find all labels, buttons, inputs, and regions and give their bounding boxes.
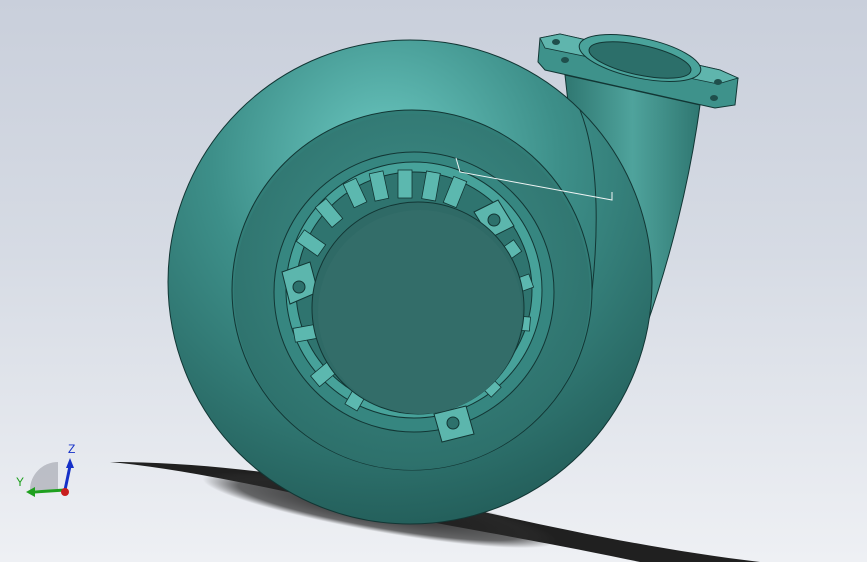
z-axis — [63, 465, 72, 491]
orientation-triad[interactable]: Z Y — [10, 440, 90, 510]
x-axis-marker — [61, 488, 69, 496]
3d-model-view[interactable] — [0, 0, 867, 562]
graphics-viewport[interactable]: Z Y — [0, 0, 867, 562]
z-axis-label: Z — [68, 442, 75, 456]
triad-quadrant — [30, 462, 58, 490]
z-arrow — [66, 458, 74, 468]
center-bore[interactable] — [311, 201, 525, 415]
y-axis-label: Y — [16, 475, 24, 489]
y-axis — [33, 488, 66, 494]
